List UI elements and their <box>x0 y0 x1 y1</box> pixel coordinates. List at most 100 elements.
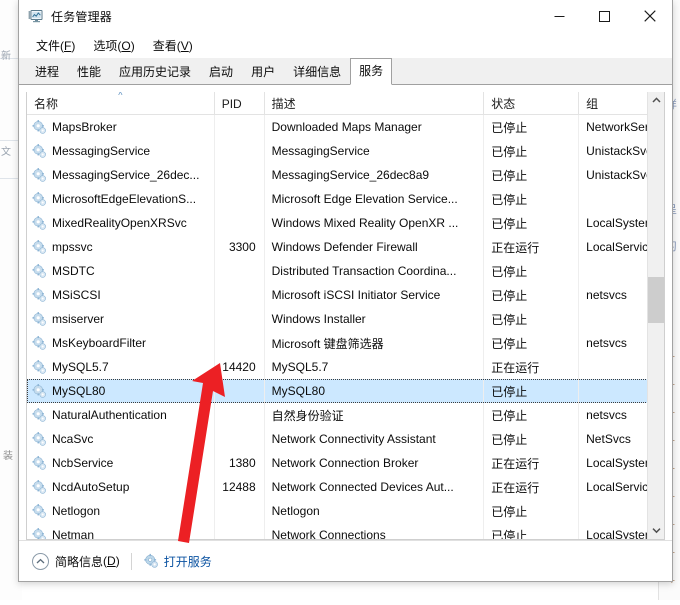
cell-name: MicrosoftEdgeElevationS... <box>27 187 215 211</box>
table-row[interactable]: MapsBrokerDownloaded Maps Manager已停止Netw… <box>27 115 664 139</box>
cell-pid <box>215 307 265 331</box>
table-row[interactable]: NcaSvcNetwork Connectivity Assistant已停止N… <box>27 427 664 451</box>
maximize-button[interactable] <box>582 0 627 32</box>
cell-desc: Network Connection Broker <box>265 451 485 475</box>
cell-pid <box>215 331 265 355</box>
column-header-name-label: 名称 <box>34 95 58 112</box>
background-rule <box>0 178 20 179</box>
table-row[interactable]: MSDTCDistributed Transaction Coordina...… <box>27 259 664 283</box>
cell-pid: 12488 <box>215 475 265 499</box>
cell-name: NcdAutoSetup <box>27 475 215 499</box>
gear-icon <box>31 359 47 375</box>
table-row[interactable]: MySQL5.714420MySQL5.7正在运行 <box>27 355 664 379</box>
scroll-up-button[interactable] <box>648 92 665 109</box>
cell-desc: MessagingService <box>265 139 485 163</box>
column-header-desc[interactable]: 描述 <box>265 92 485 115</box>
menu-view[interactable]: 查看(V) <box>144 34 202 57</box>
minimize-button[interactable] <box>537 0 582 32</box>
gear-icon <box>31 431 47 447</box>
cell-pid <box>215 403 265 427</box>
cell-desc: Windows Mixed Reality OpenXR ... <box>265 211 485 235</box>
service-name-label: NaturalAuthentication <box>52 408 167 422</box>
cell-pid <box>215 115 265 139</box>
table-row[interactable]: NetlogonNetlogon已停止 <box>27 499 664 523</box>
cell-status: 已停止 <box>484 403 579 427</box>
background-rule <box>0 140 20 141</box>
cell-desc: Network Connectivity Assistant <box>265 427 485 451</box>
cell-status: 已停止 <box>484 379 579 403</box>
column-header-name[interactable]: 名称 ^ <box>27 92 215 115</box>
sort-ascending-icon: ^ <box>118 92 122 100</box>
table-row[interactable]: NcbService1380Network Connection Broker正… <box>27 451 664 475</box>
table-row[interactable]: MicrosoftEdgeElevationS...Microsoft Edge… <box>27 187 664 211</box>
table-row[interactable]: NaturalAuthentication自然身份验证已停止netsvcs <box>27 403 664 427</box>
menu-options-mnemonic: O <box>121 39 130 53</box>
cell-status: 已停止 <box>484 211 579 235</box>
service-name-label: MessagingService_26dec... <box>52 168 199 182</box>
scrollbar-thumb[interactable] <box>648 277 665 323</box>
cell-pid <box>215 283 265 307</box>
table-row[interactable]: MsKeyboardFilterMicrosoft 键盘筛选器已停止netsvc… <box>27 331 664 355</box>
gear-icon <box>31 335 47 351</box>
cell-pid <box>215 259 265 283</box>
cell-desc: Windows Defender Firewall <box>265 235 485 259</box>
table-rows: MapsBrokerDownloaded Maps Manager已停止Netw… <box>27 115 664 539</box>
table-row[interactable]: MySQL80MySQL80已停止 <box>27 379 664 403</box>
title-bar[interactable]: 任务管理器 <box>19 0 672 32</box>
column-header-pid[interactable]: PID <box>215 92 265 115</box>
task-manager-icon <box>28 8 44 24</box>
menu-view-label: 查看 <box>153 39 177 53</box>
service-name-label: MsKeyboardFilter <box>52 336 146 350</box>
service-name-label: NcbService <box>52 456 113 470</box>
background-text: 文 <box>1 148 11 158</box>
tab-users[interactable]: 用户 <box>242 59 284 84</box>
services-pane: 名称 ^ PID 描述 状态 组 MapsBrokerDownloaded Ma… <box>19 85 672 540</box>
table-row[interactable]: NcdAutoSetup12488Network Connected Devic… <box>27 475 664 499</box>
tab-services[interactable]: 服务 <box>350 58 392 85</box>
service-name-label: Netlogon <box>52 504 100 518</box>
cell-desc: 自然身份验证 <box>265 403 485 427</box>
fewer-details-label: 简略信息 <box>55 553 103 570</box>
gear-icon <box>31 119 47 135</box>
open-services-button[interactable]: 打开服务 <box>143 553 212 570</box>
cell-name: Netlogon <box>27 499 215 523</box>
column-header-status[interactable]: 状态 <box>484 92 579 115</box>
vertical-scrollbar[interactable] <box>647 92 664 539</box>
table-row[interactable]: msiserverWindows Installer已停止 <box>27 307 664 331</box>
fewer-details-mnemonic: D <box>107 554 116 568</box>
cell-status: 已停止 <box>484 331 579 355</box>
menu-options[interactable]: 选项(O) <box>84 34 143 57</box>
table-row[interactable]: mpssvc3300Windows Defender Firewall正在运行L… <box>27 235 664 259</box>
tab-performance[interactable]: 性能 <box>68 59 110 84</box>
service-name-label: NcdAutoSetup <box>52 480 129 494</box>
fewer-details-button[interactable]: 简略信息(D) <box>32 553 120 570</box>
menu-bar: 文件(F) 选项(O) 查看(V) <box>19 32 672 58</box>
scrollbar-track[interactable] <box>648 109 665 522</box>
menu-file[interactable]: 文件(F) <box>27 34 84 57</box>
service-name-label: MixedRealityOpenXRSvc <box>52 216 187 230</box>
close-button[interactable] <box>627 0 672 32</box>
scroll-down-button[interactable] <box>648 522 665 539</box>
gear-icon <box>31 311 47 327</box>
cell-status: 已停止 <box>484 139 579 163</box>
cell-name: NaturalAuthentication <box>27 403 215 427</box>
tab-startup[interactable]: 启动 <box>200 59 242 84</box>
cell-pid <box>215 427 265 451</box>
menu-options-label: 选项 <box>93 39 117 53</box>
tab-strip: 进程 性能 应用历史记录 启动 用户 详细信息 服务 <box>19 58 672 85</box>
cell-status: 已停止 <box>484 283 579 307</box>
cell-desc: MySQL5.7 <box>265 355 485 379</box>
tab-processes[interactable]: 进程 <box>26 59 68 84</box>
table-header: 名称 ^ PID 描述 状态 组 <box>27 92 664 115</box>
table-row[interactable]: MessagingServiceMessagingService已停止Unist… <box>27 139 664 163</box>
menu-view-mnemonic: V <box>181 39 189 53</box>
table-row[interactable]: NetmanNetwork Connections已停止LocalSystem.… <box>27 523 664 539</box>
menu-file-mnemonic: F <box>64 39 71 53</box>
tab-app-history[interactable]: 应用历史记录 <box>110 59 200 84</box>
cell-desc: Windows Installer <box>265 307 485 331</box>
tab-details[interactable]: 详细信息 <box>284 59 350 84</box>
table-row[interactable]: MixedRealityOpenXRSvc Windows Mixed Reali… <box>27 211 664 235</box>
table-row[interactable]: MSiSCSIMicrosoft iSCSI Initiator Service… <box>27 283 664 307</box>
table-row[interactable]: MessagingService_26dec...MessagingServic… <box>27 163 664 187</box>
gear-icon <box>31 455 47 471</box>
